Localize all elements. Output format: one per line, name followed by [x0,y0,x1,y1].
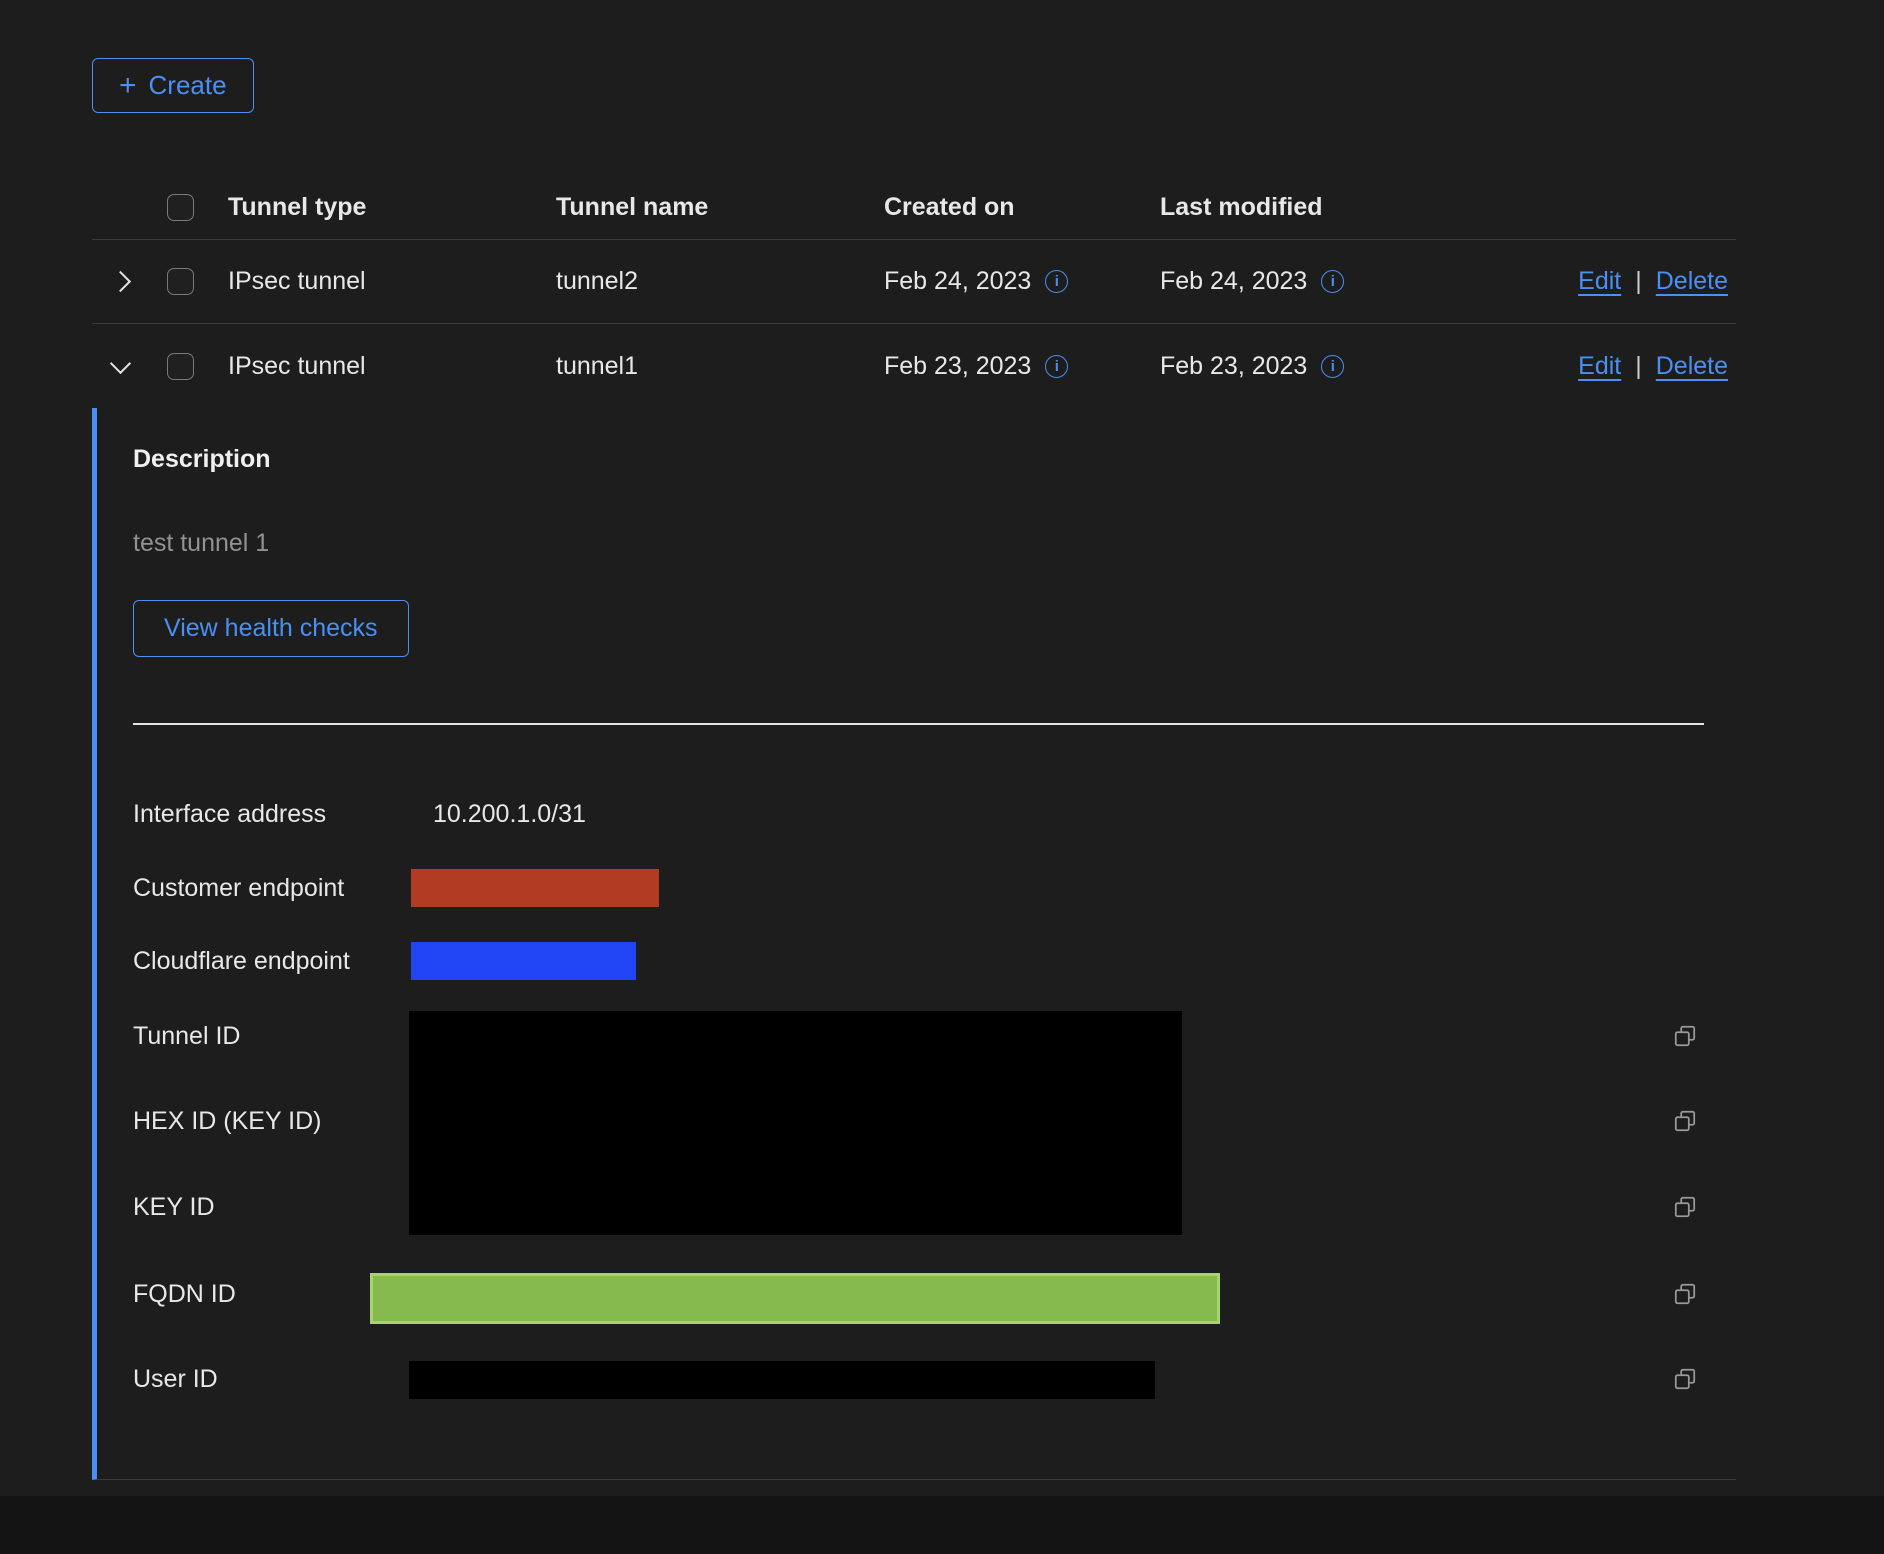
create-button[interactable]: + Create [92,58,254,113]
cloudflare-endpoint-redaction [411,942,636,980]
field-label-cloudflare-endpoint: Cloudflare endpoint [133,946,350,976]
info-icon[interactable] [1045,270,1068,293]
delete-link[interactable]: Delete [1656,267,1728,296]
plus-icon: + [119,73,137,99]
column-header-tunnel-name: Tunnel name [540,193,868,222]
create-button-label: Create [149,70,227,101]
info-icon[interactable] [1045,355,1068,378]
field-label-fqdn-id: FQDN ID [133,1279,236,1309]
created-on-value: Feb 23, 2023 [884,352,1031,381]
last-modified-value: Feb 23, 2023 [1160,352,1307,381]
tunnel-type-cell: IPsec tunnel [212,267,540,296]
edit-link[interactable]: Edit [1578,352,1621,381]
description-label: Description [133,444,1736,474]
details-divider [133,723,1704,725]
copy-icon[interactable] [1672,1108,1698,1134]
tunnels-table: Tunnel type Tunnel name Created on Last … [92,176,1736,1480]
user-id-redaction [409,1361,1155,1399]
field-label-tunnel-id: Tunnel ID [133,1021,240,1051]
copy-icon[interactable] [1672,1281,1698,1307]
description-value: test tunnel 1 [133,528,1736,558]
action-separator: | [1635,267,1642,296]
copy-icon[interactable] [1672,1023,1698,1049]
field-label-key-id: KEY ID [133,1192,215,1222]
tunnel-name-cell: tunnel2 [540,267,868,296]
select-all-checkbox[interactable] [167,194,194,221]
tunnel-fields: Interface address Customer endpoint Clou… [133,779,1733,1439]
tunnel-type-cell: IPsec tunnel [212,352,540,381]
customer-endpoint-redaction [411,869,659,907]
fqdn-id-redaction [370,1273,1220,1324]
column-header-created-on: Created on [868,193,1144,222]
tunnel-name-cell: tunnel1 [540,352,868,381]
created-on-value: Feb 24, 2023 [884,267,1031,296]
field-label-user-id: User ID [133,1364,218,1394]
view-health-checks-button[interactable]: View health checks [133,600,409,657]
info-icon[interactable] [1321,270,1344,293]
edit-link[interactable]: Edit [1578,267,1621,296]
action-separator: | [1635,352,1642,381]
column-header-tunnel-type: Tunnel type [212,193,540,222]
table-row: IPsec tunnel tunnel1 Feb 23, 2023 Feb 23… [92,324,1736,408]
tunnels-page: + Create Tunnel type Tunnel name Created… [0,0,1884,1554]
copy-icon[interactable] [1672,1194,1698,1220]
tunnel-id-redaction [409,1011,1182,1235]
interface-address-value: 10.200.1.0/31 [433,799,586,829]
table-header-row: Tunnel type Tunnel name Created on Last … [92,176,1736,240]
field-label-customer-endpoint: Customer endpoint [133,873,344,903]
copy-icon[interactable] [1672,1366,1698,1392]
row-checkbox[interactable] [167,268,194,295]
field-label-hex-id: HEX ID (KEY ID) [133,1106,321,1136]
row-checkbox[interactable] [167,353,194,380]
last-modified-value: Feb 24, 2023 [1160,267,1307,296]
delete-link[interactable]: Delete [1656,352,1728,381]
table-row: IPsec tunnel tunnel2 Feb 24, 2023 Feb 24… [92,240,1736,324]
column-header-last-modified: Last modified [1144,193,1444,222]
tunnel-details-panel: Description test tunnel 1 View health ch… [92,408,1736,1480]
info-icon[interactable] [1321,355,1344,378]
page-bottom-strip [0,1496,1884,1554]
expand-chevron-icon[interactable] [109,271,130,292]
collapse-chevron-icon[interactable] [109,352,130,373]
field-label-interface-address: Interface address [133,799,326,829]
